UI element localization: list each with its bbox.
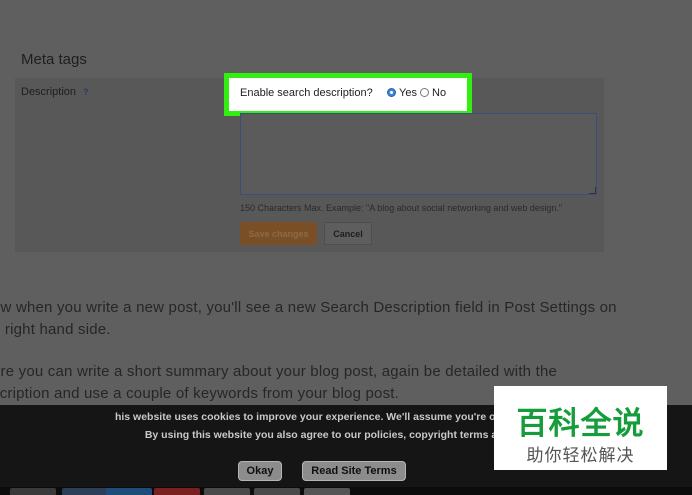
search-description-textarea[interactable] xyxy=(240,113,597,195)
yes-radio-button[interactable] xyxy=(387,88,396,97)
article-paragraph-1-line-1: ow when you write a new post, you'll see… xyxy=(0,299,617,316)
no-radio-button[interactable] xyxy=(420,88,429,97)
yes-radio-label[interactable]: Yes xyxy=(399,87,417,99)
cancel-button[interactable]: Cancel xyxy=(324,222,372,245)
article-paragraph-1: ow when you write a new post, you'll see… xyxy=(0,297,617,341)
no-radio-label[interactable]: No xyxy=(432,87,446,99)
character-limit-hint: 150 Characters Max. Example: "A blog abo… xyxy=(240,203,563,213)
meta-tags-heading: Meta tags xyxy=(21,51,87,68)
enable-search-description-label: Enable search description? xyxy=(240,87,373,99)
taskbar-app-icon[interactable] xyxy=(304,488,350,495)
watermark-subtitle: 助你轻松解决 xyxy=(526,446,635,465)
taskbar-app-icon[interactable] xyxy=(62,488,108,495)
taskbar-app-icon[interactable] xyxy=(10,488,56,495)
help-icon[interactable]: ? xyxy=(83,87,89,97)
watermark-title: 百科全说 xyxy=(516,406,645,441)
blog-settings-page: Meta tags Description ? Enable search de… xyxy=(0,0,692,495)
article-paragraph-2-line-1: ere you can write a short summary about … xyxy=(0,363,558,380)
enable-search-description-highlight: Enable search description? Yes No xyxy=(224,73,472,116)
taskbar-app-icon[interactable] xyxy=(204,488,250,495)
description-label: Description xyxy=(21,86,77,98)
taskbar-app-icon[interactable] xyxy=(154,488,200,495)
watermark-logo: 百科全说 助你轻松解决 xyxy=(494,386,667,470)
article-paragraph-1-line-2: e right hand side. xyxy=(0,321,111,338)
read-site-terms-button[interactable]: Read Site Terms xyxy=(302,461,406,481)
cookie-okay-button[interactable]: Okay xyxy=(238,461,282,481)
save-changes-button[interactable]: Save changes xyxy=(240,222,317,245)
article-paragraph-2: ere you can write a short summary about … xyxy=(0,361,557,405)
taskbar-app-icon[interactable] xyxy=(254,488,300,495)
taskbar-app-icon[interactable] xyxy=(106,488,152,495)
article-paragraph-2-line-2: scription and use a couple of keywords f… xyxy=(0,385,400,402)
resize-grip-icon[interactable] xyxy=(589,187,596,194)
